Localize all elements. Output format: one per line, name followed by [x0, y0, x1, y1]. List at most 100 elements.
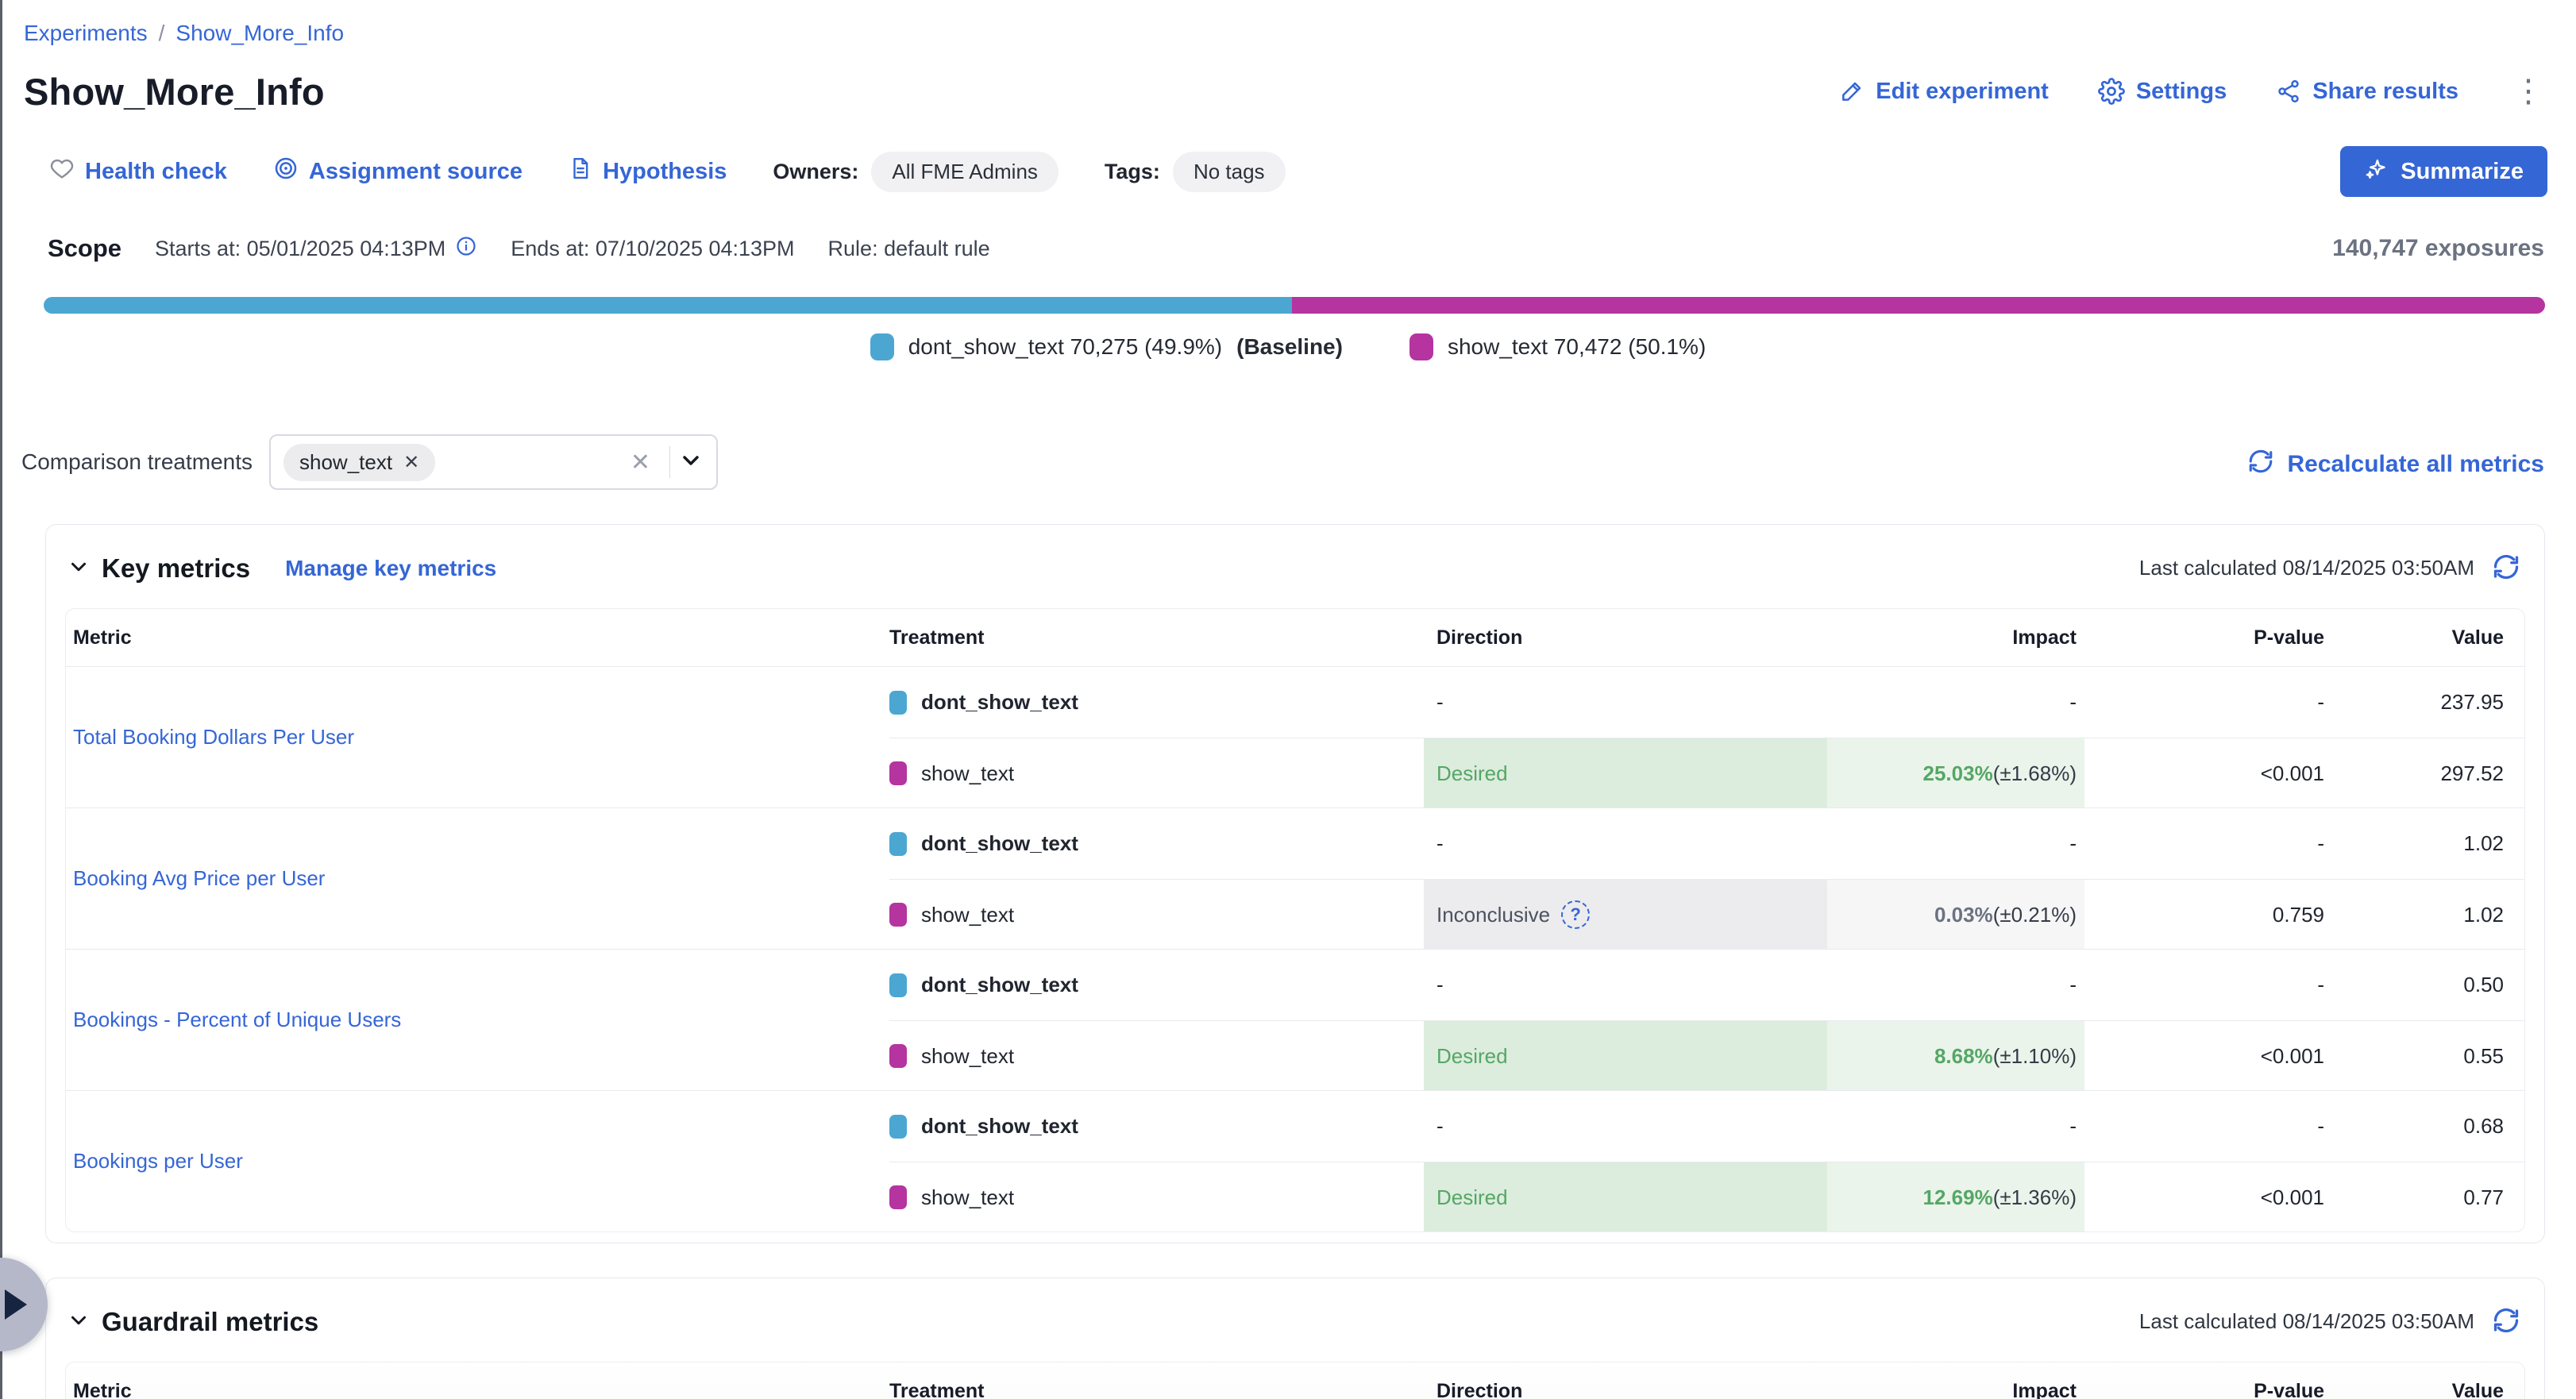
legend-text: show_text 70,472 (50.1%) — [1448, 334, 1706, 360]
guardrail-metrics-header: Guardrail metrics Last calculated 08/14/… — [46, 1278, 2544, 1338]
settings-button[interactable]: Settings — [2098, 78, 2227, 105]
exposure-bar-segment-dont_show_text[interactable] — [44, 297, 1292, 314]
legend-swatch-dont_show_text — [870, 333, 894, 360]
metric-group: Bookings per Userdont_show_text---0.68sh… — [66, 1090, 2524, 1231]
value-cell: 1.02 — [2329, 808, 2524, 879]
table-row: dont_show_text---1.02 — [889, 808, 2524, 879]
share-results-button[interactable]: Share results — [2276, 79, 2458, 105]
legend-swatch-show_text — [1409, 333, 1433, 360]
direction-cell: - — [1424, 1091, 1827, 1162]
value-cell: 0.68 — [2329, 1091, 2524, 1162]
column-pvalue: P-value — [2084, 626, 2329, 649]
health-check-link[interactable]: Health check — [49, 156, 227, 187]
floating-expand-widget[interactable] — [0, 1258, 48, 1351]
direction-cell: - — [1424, 950, 1827, 1020]
tags-label: Tags: — [1105, 160, 1160, 184]
column-pvalue: P-value — [2084, 1380, 2329, 1399]
direction-cell: Inconclusive? — [1424, 880, 1827, 950]
direction-label: Desired — [1436, 1044, 1508, 1069]
comparison-treatments-label: Comparison treatments — [21, 449, 253, 475]
metric-group: Total Booking Dollars Per User dont_show_… — [66, 666, 2524, 807]
info-icon[interactable] — [455, 235, 477, 263]
guardrail-metrics-last-calculated: Last calculated 08/14/2025 03:50AM — [2139, 1309, 2474, 1334]
legend-item-show_text: show_text 70,472 (50.1%) — [1409, 333, 1706, 360]
treatment-rows: dont_show_text---0.68show_textDesired12.… — [889, 1091, 2524, 1232]
metric-cell: Booking Avg Price per User — [73, 808, 883, 949]
assignment-source-link[interactable]: Assignment source — [273, 156, 523, 187]
recalculate-all-metrics-button[interactable]: Recalculate all metrics — [2247, 448, 2544, 481]
breadcrumb-experiments[interactable]: Experiments — [24, 21, 148, 46]
metric-link[interactable]: Booking Avg Price per User — [73, 866, 325, 891]
exposure-bar-segment-show_text[interactable] — [1292, 297, 2545, 314]
treatment-cell: dont_show_text — [889, 667, 1424, 738]
metric-cell: Bookings - Percent of Unique Users — [73, 950, 883, 1090]
impact-percent: 12.69% — [1923, 1185, 1993, 1210]
guardrail-metrics-table-header: Metric Treatment Direction Impact P-valu… — [66, 1362, 2524, 1399]
tags-meta: Tags: No tags — [1105, 152, 1286, 192]
legend-text: dont_show_text 70,275 (49.9%) — [908, 334, 1222, 360]
pvalue-cell: <0.001 — [2084, 1021, 2329, 1091]
impact-percent: 0.03% — [1934, 903, 1993, 927]
table-row: dont_show_text---0.68 — [889, 1091, 2524, 1162]
direction-label: - — [1436, 690, 1444, 715]
key-metrics-refresh-button[interactable] — [2492, 553, 2520, 584]
treatment-chip[interactable]: show_text ✕ — [283, 444, 435, 481]
manage-key-metrics-link[interactable]: Manage key metrics — [285, 556, 496, 581]
treatment-name: dont_show_text — [921, 831, 1078, 856]
target-icon — [273, 156, 299, 187]
refresh-icon — [2492, 553, 2520, 584]
metric-link[interactable]: Bookings - Percent of Unique Users — [73, 1008, 401, 1032]
value-cell: 0.50 — [2329, 950, 2524, 1020]
treatment-cell: show_text — [889, 880, 1424, 950]
metric-link[interactable]: Bookings per User — [73, 1149, 243, 1174]
treatment-swatch — [889, 1115, 907, 1139]
tags-pill[interactable]: No tags — [1173, 152, 1286, 192]
impact-value: - — [2069, 690, 2077, 715]
question-circle-icon[interactable]: ? — [1561, 900, 1590, 929]
exposure-bar[interactable] — [44, 297, 2545, 314]
direction-cell: Desired — [1424, 1162, 1827, 1232]
key-metrics-groups: Total Booking Dollars Per User dont_show_… — [66, 666, 2524, 1231]
edit-experiment-button[interactable]: Edit experiment — [1839, 79, 2049, 105]
gear-icon — [2098, 78, 2125, 105]
direction-label: Desired — [1436, 1185, 1508, 1210]
impact-percent: 8.68% — [1934, 1044, 1993, 1069]
key-metrics-collapse-button[interactable] — [64, 552, 94, 584]
hypothesis-link[interactable]: Hypothesis — [569, 156, 727, 187]
column-metric: Metric — [66, 1380, 889, 1399]
breadcrumb: Experiments / Show_More_Info — [24, 21, 344, 46]
summarize-button[interactable]: Summarize — [2340, 146, 2547, 197]
treatment-name: show_text — [921, 1185, 1014, 1210]
chip-remove-icon[interactable]: ✕ — [403, 451, 419, 474]
value-cell: 237.95 — [2329, 667, 2524, 738]
metric-cell: Total Booking Dollars Per User — [73, 667, 883, 807]
more-options-button[interactable]: ⋮ — [2508, 79, 2549, 103]
treatment-name: dont_show_text — [921, 1114, 1078, 1139]
key-metrics-card: Key metrics Manage key metrics Last calc… — [45, 524, 2545, 1243]
direction-cell: Desired — [1424, 1021, 1827, 1091]
direction-label: - — [1436, 973, 1444, 997]
comparison-treatments-select[interactable]: show_text ✕ ✕ — [269, 434, 718, 490]
legend-baseline-tag: (Baseline) — [1236, 334, 1343, 360]
guardrail-metrics-collapse-button[interactable] — [64, 1305, 94, 1338]
select-clear-icon[interactable]: ✕ — [619, 449, 661, 476]
pvalue-cell: - — [2084, 808, 2329, 879]
chevron-down-icon[interactable] — [678, 448, 704, 477]
scope-label: Scope — [48, 234, 121, 263]
impact-error-margin: (±1.36%) — [1993, 1185, 2077, 1210]
owners-meta: Owners: All FME Admins — [773, 152, 1059, 192]
guardrail-metrics-refresh-button[interactable] — [2492, 1306, 2520, 1337]
metric-link[interactable]: Total Booking Dollars Per User — [73, 725, 354, 750]
legend-item-dont_show_text: dont_show_text 70,275 (49.9%) (Baseline) — [870, 333, 1343, 360]
treatment-cell: show_text — [889, 1021, 1424, 1091]
guardrail-metrics-title: Guardrail metrics — [102, 1307, 318, 1337]
impact-cell: - — [1827, 808, 2084, 879]
kebab-icon: ⋮ — [2512, 74, 2544, 109]
breadcrumb-current[interactable]: Show_More_Info — [175, 21, 344, 46]
pvalue-cell: <0.001 — [2084, 738, 2329, 808]
impact-value: - — [2069, 973, 2077, 997]
chevron-down-icon — [67, 555, 91, 581]
owners-pill[interactable]: All FME Admins — [871, 152, 1059, 192]
impact-error-margin: (±0.21%) — [1993, 903, 2077, 927]
scope-row: Scope Starts at: 05/01/2025 04:13PM Ends… — [48, 234, 990, 263]
